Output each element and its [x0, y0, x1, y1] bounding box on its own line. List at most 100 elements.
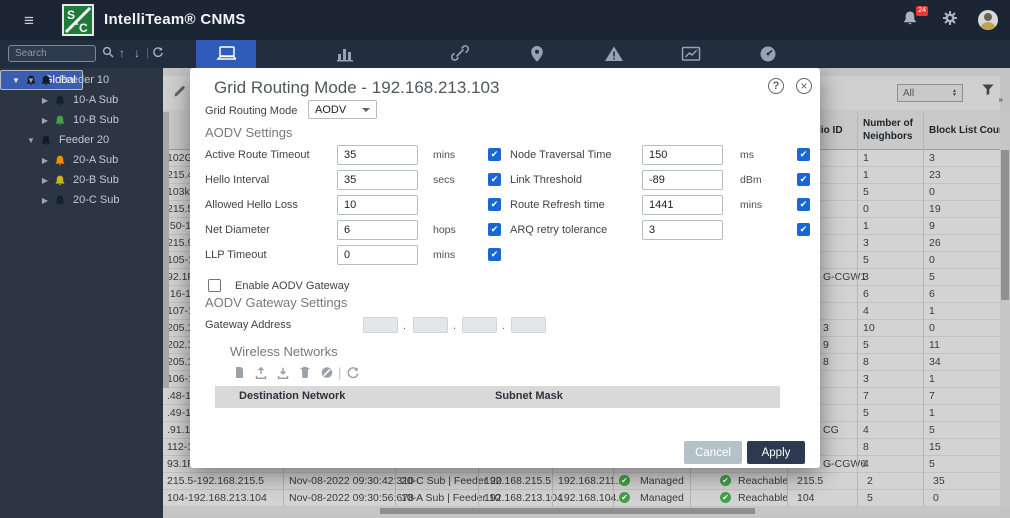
delete-trash-icon[interactable] [298, 365, 312, 385]
search-input[interactable] [8, 45, 96, 62]
block-list-count: 5 [929, 458, 935, 470]
neighbor-count: 4 [863, 305, 869, 317]
arq-retry-tolerance-label: ARQ retry tolerance [510, 224, 607, 236]
chevron-right-icon[interactable]: ▶ [40, 156, 50, 165]
copy-file-icon[interactable] [232, 365, 246, 385]
search-next-icon[interactable]: ↓ [134, 46, 140, 61]
download-icon[interactable] [276, 365, 290, 385]
neighbor-count: 4 [863, 458, 869, 470]
enable-aodv-gateway-label: Enable AODV Gateway [235, 280, 349, 292]
device-tree-sidebar: ▼Global▼Feeder 10▶10-A Sub▶10-B Sub▼Feed… [0, 68, 163, 518]
close-icon[interactable]: × [796, 78, 812, 94]
device-name: 104-192.168.213.104 [167, 492, 267, 504]
neighbor-count: 8 [863, 441, 869, 453]
search-prev-icon[interactable]: ↑ [119, 46, 125, 61]
gateway-address: 192.168.211.1 [558, 475, 624, 487]
gateway-octet-3[interactable] [462, 317, 497, 333]
apply-button[interactable]: Apply [747, 441, 805, 464]
refresh-icon[interactable] [346, 365, 360, 385]
gateway-address: 192.168.104.1 [558, 492, 625, 504]
tree-node-20-a-sub[interactable]: ▶20-A Sub [0, 150, 163, 170]
neighbor-count: 8 [863, 356, 869, 368]
llp-timeout-checkbox[interactable]: ✔ [488, 248, 501, 261]
nav-tab-gauge[interactable] [738, 40, 798, 68]
sidebar-scrollbar-thumb[interactable] [163, 112, 169, 388]
chevron-right-icon[interactable]: ▶ [40, 176, 50, 185]
edit-pencil-icon[interactable] [172, 84, 187, 104]
chevron-down-icon[interactable]: ▼ [26, 76, 36, 85]
link-threshold-checkbox[interactable]: ✔ [797, 173, 810, 186]
arq-retry-tolerance-checkbox[interactable]: ✔ [797, 223, 810, 236]
grid-routing-mode-select[interactable]: AODV [308, 100, 377, 119]
nav-tab-trend-chart[interactable] [661, 40, 721, 68]
bell-status-icon [40, 134, 52, 147]
chevron-right-icon[interactable]: ▶ [40, 196, 50, 205]
cancel-circle-icon[interactable] [320, 365, 334, 385]
settings-gear-icon[interactable] [942, 10, 958, 31]
cancel-button[interactable]: Cancel [684, 441, 742, 464]
radio-id: CG [823, 424, 839, 436]
app-title: IntelliTeam® CNMS [104, 11, 246, 28]
llp-timeout-input[interactable] [337, 245, 418, 265]
ip-address: 192.168.215.5 [484, 475, 551, 487]
gateway-octet-2[interactable] [413, 317, 448, 333]
device-name: .50-1 [167, 220, 191, 232]
enable-aodv-gateway-checkbox[interactable] [208, 279, 221, 292]
route-refresh-time-checkbox[interactable]: ✔ [797, 198, 810, 211]
menu-icon[interactable]: ≡ [24, 11, 34, 31]
nav-tab-link[interactable] [430, 40, 490, 68]
table-row[interactable]: 104-192.168.213.104Nov-08-2022 09:30:56:… [163, 490, 1000, 507]
nav-tab-bar-chart[interactable] [315, 40, 375, 68]
horizontal-scrollbar-thumb[interactable] [380, 508, 755, 514]
gateway-octet-1[interactable] [363, 317, 398, 333]
device-name: 215.5-192.168.215.5 [167, 475, 264, 487]
gateway-octet-4[interactable] [511, 317, 546, 333]
filter-funnel-icon[interactable]: » [981, 83, 996, 102]
help-icon[interactable]: ? [768, 78, 784, 94]
neighbor-count: 3 [863, 271, 869, 283]
node-traversal-time-checkbox[interactable]: ✔ [797, 148, 810, 161]
column-header-destination-network: Destination Network [239, 390, 345, 402]
upload-icon[interactable] [254, 365, 268, 385]
tree-node-feeder-20[interactable]: ▼Feeder 20 [0, 130, 163, 150]
user-avatar[interactable] [978, 10, 998, 30]
neighbor-count: 5 [863, 407, 869, 419]
octet-dot: . [502, 320, 505, 332]
tree-node-label: 20-B Sub [73, 174, 119, 186]
tree-node-10-b-sub[interactable]: ▶10-B Sub [0, 110, 163, 130]
search-icon[interactable] [102, 46, 114, 62]
route-refresh-time-input[interactable] [642, 195, 723, 215]
dialog-title: Grid Routing Mode - 192.168.213.103 [214, 78, 499, 98]
app-header: ≡ S & C IntelliTeam® CNMS 24 [0, 0, 1010, 40]
arq-retry-tolerance-input[interactable] [642, 220, 723, 240]
grid-routing-mode-label: Grid Routing Mode [205, 105, 297, 117]
link-threshold-input[interactable] [642, 170, 723, 190]
block-list-count: 0 [929, 186, 935, 198]
radio-id: 8 [823, 356, 829, 368]
gauge-icon [758, 45, 778, 63]
node-traversal-time-input[interactable] [642, 145, 723, 165]
block-list-count: 0 [929, 254, 935, 266]
table-filter-select[interactable]: All ▲▼ [897, 84, 963, 102]
bell-status-icon [54, 194, 66, 207]
nav-tab-warning-triangle[interactable] [584, 40, 644, 68]
managed-status: Managed [640, 475, 684, 487]
tree-node-20-b-sub[interactable]: ▶ 20-B Sub [0, 170, 163, 190]
nav-tab-laptop[interactable] [196, 40, 256, 68]
chevron-right-icon[interactable]: ▶ [40, 96, 50, 105]
vertical-scrollbar-thumb[interactable] [1001, 150, 1009, 300]
tree-node-10-a-sub[interactable]: ▶10-A Sub [0, 90, 163, 110]
link-threshold-label: Link Threshold [510, 174, 582, 186]
notifications-bell-icon[interactable]: 24 [902, 9, 922, 31]
table-row[interactable]: 215.5-192.168.215.5Nov-08-2022 09:30:42:… [163, 473, 1000, 490]
chevron-right-icon[interactable]: ▶ [40, 116, 50, 125]
nav-tab-location-pin[interactable] [507, 40, 567, 68]
radio-id: 215.5 [797, 475, 823, 487]
route-refresh-time-label: Route Refresh time [510, 199, 605, 211]
tree-node-feeder-10[interactable]: ▼Feeder 10 [0, 70, 163, 90]
bell-status-icon [54, 174, 66, 187]
tree-node-20-c-sub[interactable]: ▶20-C Sub [0, 190, 163, 210]
refresh-icon[interactable] [152, 46, 164, 62]
bell-status-icon [40, 74, 52, 87]
chevron-down-icon[interactable]: ▼ [26, 136, 36, 145]
